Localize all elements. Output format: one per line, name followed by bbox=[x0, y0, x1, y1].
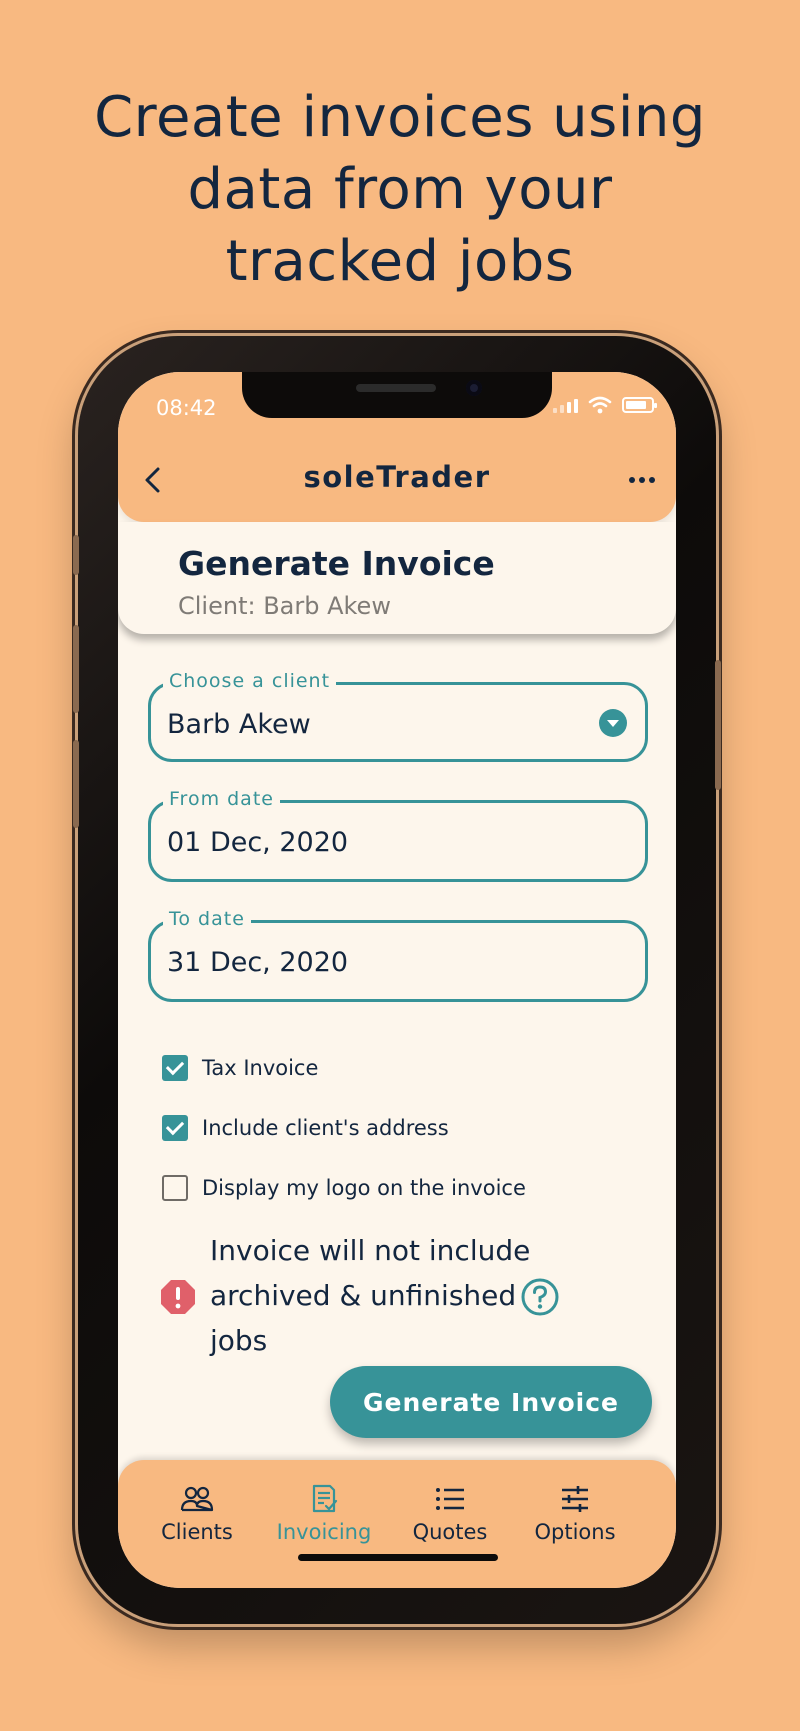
bottom-tab-bar: Clients Invoicing Quotes Options bbox=[118, 1460, 676, 1588]
speaker-grille bbox=[356, 384, 436, 392]
generate-invoice-button[interactable]: Generate Invoice bbox=[330, 1366, 652, 1438]
phone-side-button bbox=[73, 740, 79, 828]
invoice-icon bbox=[312, 1484, 338, 1513]
phone-notch bbox=[242, 372, 552, 418]
tax-invoice-checkbox[interactable] bbox=[162, 1055, 188, 1081]
tab-invoicing-label: Invoicing bbox=[276, 1520, 372, 1544]
signal-icon bbox=[553, 397, 578, 413]
to-date-field[interactable]: To date 31 Dec, 2020 bbox=[148, 908, 648, 1002]
tab-quotes-label: Quotes bbox=[412, 1520, 488, 1544]
sliders-icon bbox=[562, 1486, 588, 1512]
phone-screen: 08:42 soleTrader Generate Invoice Client… bbox=[118, 372, 676, 1588]
phone-side-button bbox=[715, 660, 721, 790]
to-date-label: To date bbox=[163, 908, 251, 930]
to-date-value: 31 Dec, 2020 bbox=[167, 947, 349, 978]
client-address-label: Include client's address bbox=[202, 1116, 449, 1140]
warning-message: Invoice will not include archived & unfi… bbox=[210, 1234, 531, 1357]
phone-side-button bbox=[73, 535, 79, 575]
more-horizontal-icon[interactable] bbox=[628, 470, 656, 490]
tab-clients-label: Clients bbox=[161, 1520, 233, 1544]
page-title: Generate Invoice bbox=[178, 544, 495, 583]
tab-options[interactable]: Options bbox=[510, 1484, 640, 1544]
headline-line-1: Create invoices using bbox=[94, 85, 706, 150]
tax-invoice-label: Tax Invoice bbox=[202, 1056, 319, 1080]
status-icons bbox=[553, 396, 657, 414]
page-header: Generate Invoice Client: Barb Akew bbox=[118, 522, 676, 634]
wifi-icon bbox=[588, 396, 612, 414]
tab-clients[interactable]: Clients bbox=[132, 1484, 262, 1544]
client-select-value: Barb Akew bbox=[167, 709, 311, 740]
client-address-checkbox[interactable] bbox=[162, 1115, 188, 1141]
tab-quotes[interactable]: Quotes bbox=[385, 1484, 515, 1544]
tab-options-label: Options bbox=[534, 1520, 616, 1544]
from-date-label: From date bbox=[163, 788, 280, 810]
people-icon bbox=[180, 1486, 214, 1512]
from-date-field[interactable]: From date 01 Dec, 2020 bbox=[148, 788, 648, 882]
client-select-label: Choose a client bbox=[163, 670, 337, 692]
dropdown-arrow-icon[interactable] bbox=[599, 709, 627, 737]
display-logo-option[interactable]: Display my logo on the invoice bbox=[162, 1173, 526, 1203]
phone-side-button bbox=[73, 625, 79, 713]
list-icon bbox=[436, 1488, 464, 1510]
status-time: 08:42 bbox=[156, 396, 217, 420]
battery-icon bbox=[622, 397, 657, 413]
display-logo-label: Display my logo on the invoice bbox=[202, 1176, 526, 1200]
help-icon[interactable] bbox=[520, 1277, 560, 1317]
marketing-headline: Create invoices using data from your tra… bbox=[0, 82, 800, 298]
home-indicator bbox=[298, 1554, 498, 1561]
warning-icon bbox=[161, 1280, 195, 1314]
from-date-value: 01 Dec, 2020 bbox=[167, 827, 349, 858]
tax-invoice-option[interactable]: Tax Invoice bbox=[162, 1053, 318, 1083]
tab-invoicing[interactable]: Invoicing bbox=[259, 1484, 389, 1544]
headline-line-3: tracked jobs bbox=[225, 229, 575, 294]
headline-line-2: data from your bbox=[187, 157, 613, 222]
client-select[interactable]: Choose a client Barb Akew bbox=[148, 670, 648, 762]
display-logo-checkbox[interactable] bbox=[162, 1175, 188, 1201]
page-subtitle: Client: Barb Akew bbox=[178, 592, 391, 620]
front-camera bbox=[466, 380, 482, 396]
app-title: soleTrader bbox=[303, 460, 491, 494]
client-address-option[interactable]: Include client's address bbox=[162, 1113, 449, 1143]
